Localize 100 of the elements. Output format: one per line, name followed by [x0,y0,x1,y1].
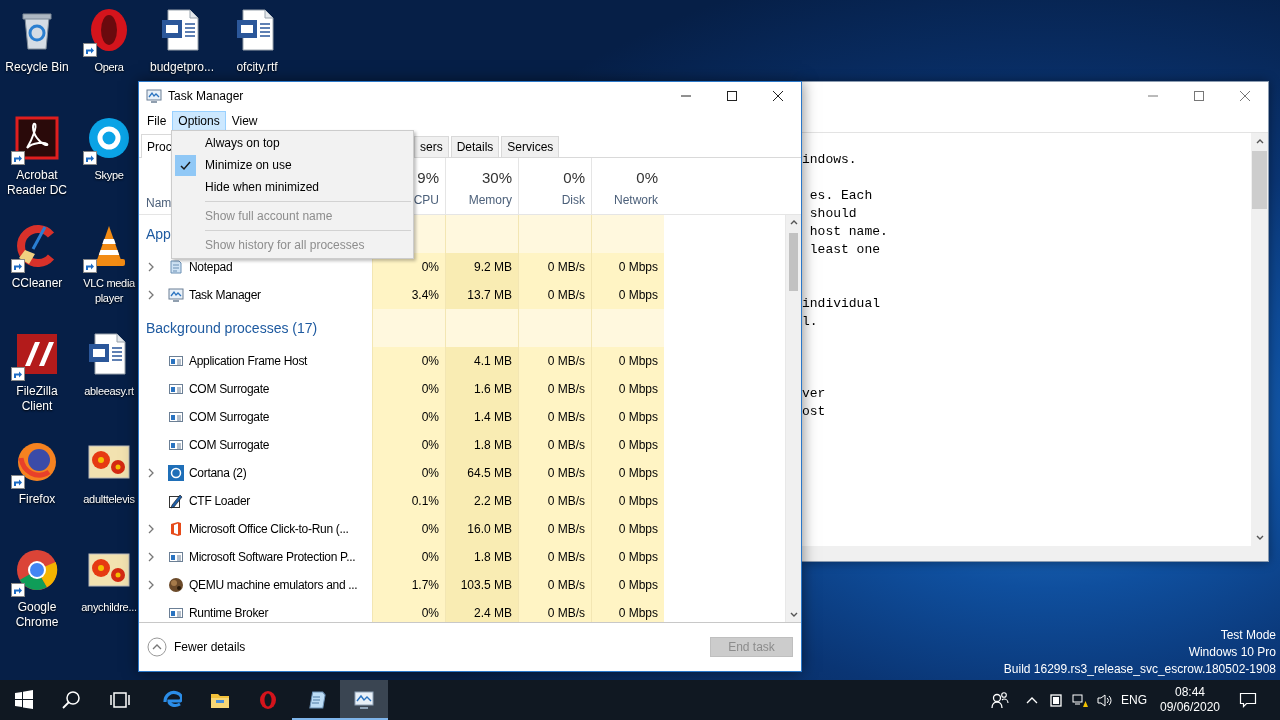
fewer-details-link[interactable]: Fewer details [174,640,246,654]
ring-icon [168,465,184,481]
column-header[interactable]: 0% Network [591,158,664,214]
table-cell: 0 Mbps [591,599,664,622]
desktop-icon-label[interactable]: Acrobat Reader DC [2,168,72,198]
document-text-line: l. [802,313,819,331]
process-name[interactable]: CTF Loader [189,494,251,508]
desktop-icon-label[interactable]: Skype [94,168,124,183]
process-name[interactable]: Microsoft Office Click-to-Run (... [189,522,349,536]
clock-date: 09/06/2020 [1159,700,1221,715]
tab[interactable]: Details [450,136,500,157]
desktop-icon-label[interactable]: Opera [94,60,124,75]
table-cell: 2.4 MB [445,599,518,622]
process-name[interactable]: Notepad [189,260,233,274]
search-icon[interactable] [62,690,82,710]
menu-item[interactable]: File [141,110,173,132]
menu-item[interactable]: Hide when minimized [172,176,413,198]
table-cell: 0 MB/s [518,459,591,487]
scrollbar-thumb[interactable] [789,233,798,291]
table-cell: 0 MB/s [518,543,591,571]
process-name[interactable]: Microsoft Software Protection P... [189,550,356,564]
document-text-line: ver [802,385,827,403]
notification-icon[interactable] [1239,691,1257,709]
process-name[interactable]: QEMU machine emulators and ... [189,578,358,592]
system-notice-text: Build 16299.rs3_release_svc_escrow.180502-1908 [1003,661,1276,678]
scrollbar-thumb[interactable] [1252,151,1267,209]
maximize-icon[interactable] [726,90,738,102]
vertical-scrollbar[interactable] [1251,133,1268,546]
document-text-line: should [808,205,858,223]
table-cell: 9.2 MB [445,253,518,281]
process-name[interactable]: COM Surrogate [189,382,270,396]
speaker-icon[interactable] [1096,692,1112,708]
document-text-line: es. Each [808,187,874,205]
desktop-icon-label[interactable]: ofcity.rtf [222,60,292,75]
table-cell: 0 MB/s [518,403,591,431]
table-cell: 0 Mbps [591,281,664,309]
table-cell: 0 MB/s [518,253,591,281]
column-label: Memory [467,192,512,208]
table-cell: 1.8 MB [445,431,518,459]
column-header[interactable]: 30% Memory [445,158,518,214]
table-cell: 0 Mbps [591,459,664,487]
system-notice-text: Windows 10 Pro [1187,644,1276,661]
desktop-icon-label[interactable]: VLC media player [81,276,137,306]
process-name[interactable]: Application Frame Host [189,354,308,368]
menu-item[interactable]: View [225,110,264,132]
usage-percent: 0% [562,168,585,188]
table-cell: 13.7 MB [445,281,518,309]
document-text-line: ost [802,403,827,421]
tile-icon [168,521,184,537]
window-icon [168,381,184,397]
table-cell: 2.2 MB [445,487,518,515]
column-header[interactable]: Nam [146,196,172,210]
collapse-icon[interactable] [147,637,167,657]
table-cell: 1.6 MB [445,375,518,403]
start-icon[interactable] [14,690,34,710]
process-name[interactable]: Cortana (2) [189,466,247,480]
tablet-icon[interactable] [1048,692,1064,708]
menu-item[interactable]: Options [172,110,226,132]
column-label: Network [613,192,658,208]
desktop-icon-label[interactable]: ableeasy.rt [84,384,134,399]
process-name[interactable]: COM Surrogate [189,410,270,424]
desktop-icon-label[interactable]: anychildre... [81,600,137,615]
desktop-icon-label[interactable]: Google Chrome [2,600,72,630]
notepad-icon[interactable] [306,690,326,710]
tab[interactable]: sers [414,136,449,157]
window-icon [168,549,184,565]
horizontal-scrollbar[interactable] [802,546,1268,561]
table-cell: 0 MB/s [518,515,591,543]
desktop-icon-label[interactable]: FileZilla Client [2,384,72,414]
desktop-icon-label[interactable]: Recycle Bin [2,60,72,75]
language-indicator[interactable]: ENG [1116,680,1152,720]
desktop-icon-label[interactable]: adulttelevis [83,492,135,507]
vertical-scrollbar[interactable] [785,215,801,622]
people-icon[interactable] [991,691,1009,709]
menu-item-label: Hide when minimized [205,180,320,194]
tab[interactable]: Services [501,136,560,157]
monitor-graph-icon[interactable] [354,690,374,710]
process-name[interactable]: Runtime Broker [189,606,269,620]
table-cell: 0 Mbps [591,347,664,375]
desktop-icon-label[interactable]: Firefox [2,492,72,507]
column-header[interactable]: 0% Disk [518,158,591,214]
close-icon[interactable] [772,90,784,102]
clock[interactable]: 08:44 09/06/2020 [1152,680,1228,720]
taskbar-button[interactable] [340,680,388,720]
monitor-graph-icon [168,287,184,303]
process-name[interactable]: COM Surrogate [189,438,270,452]
network-warning-icon[interactable] [1072,692,1088,708]
desktop-icon-label[interactable]: CCleaner [2,276,72,291]
table-cell: 0% [372,515,445,543]
clock-time: 08:44 [1175,685,1205,700]
process-name[interactable]: Task Manager [189,288,261,302]
task-view-icon[interactable] [110,690,130,710]
table-cell: 16.0 MB [445,515,518,543]
monitor-graph-icon [146,88,162,104]
swirl-tile-icon[interactable] [13,114,61,162]
table-cell: 0 MB/s [518,599,591,622]
table-cell: 4.1 MB [445,347,518,375]
desktop-icon-label[interactable]: budgetpro... [147,60,217,75]
table-cell: 0% [372,403,445,431]
table-cell: 0% [372,431,445,459]
